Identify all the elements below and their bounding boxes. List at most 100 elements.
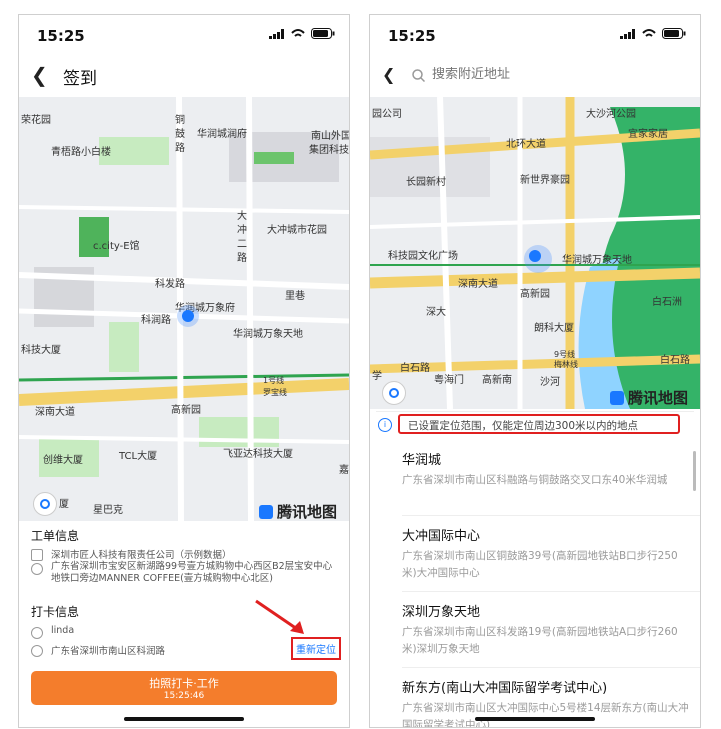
map-label: 深南大道 bbox=[35, 407, 75, 418]
map-label: 路 bbox=[237, 253, 247, 264]
battery-icon bbox=[311, 28, 335, 39]
map-label: 1号线 bbox=[263, 376, 285, 385]
result-address: 广东省深圳市南山区科发路19号(高新园地铁站A口步行260米)深圳万象天地 bbox=[402, 626, 678, 655]
map-label: 大沙河公园 bbox=[586, 109, 636, 120]
result-name: 大冲国际中心 bbox=[402, 529, 481, 544]
company-name: 深圳市匠人科技有限责任公司（示例数据） bbox=[51, 550, 232, 561]
address-result[interactable]: 大冲国际中心 广东省深圳市南山区铜鼓路39号(高新园地铁站B口步行250米)大冲… bbox=[402, 525, 692, 582]
divider bbox=[402, 667, 700, 668]
map-label: 集团科技 bbox=[309, 145, 349, 156]
map-label: 华润城万象天地 bbox=[233, 329, 303, 340]
divider bbox=[402, 515, 700, 516]
result-address: 广东省深圳市南山区科融路与铜鼓路交叉口东40米华润城 bbox=[402, 474, 668, 486]
map-label: 深大 bbox=[426, 307, 446, 318]
map-label: 厦 bbox=[59, 499, 69, 510]
status-time: 15:25 bbox=[388, 27, 436, 45]
range-notice: i 已设置定位范围，仅能定位周边300米以内的地点 bbox=[376, 411, 694, 438]
map-label: 沙河 bbox=[540, 377, 560, 388]
map-label: 鼓 bbox=[175, 129, 185, 140]
wifi-icon bbox=[642, 28, 656, 37]
relocate-button[interactable]: 重新定位 bbox=[291, 637, 341, 660]
location-icon bbox=[31, 645, 43, 657]
back-button[interactable]: ❮ bbox=[31, 63, 48, 87]
wifi-icon bbox=[291, 28, 305, 37]
map-label: 大 bbox=[237, 211, 247, 222]
result-address: 广东省深圳市南山区铜鼓路39号(高新园地铁站B口步行250米)大冲国际中心 bbox=[402, 550, 678, 579]
signal-icon bbox=[620, 28, 635, 39]
tencent-map-logo-icon bbox=[610, 391, 624, 405]
map-label: 铜 bbox=[175, 115, 185, 126]
map-label: 冲 bbox=[237, 225, 247, 236]
address-search-screen: 15:25 ❮ 园公司 大沙河公园 宜家家居 北环大道 bbox=[369, 14, 701, 728]
page-title: 签到 bbox=[63, 69, 97, 89]
back-button[interactable]: ❮ bbox=[382, 65, 395, 84]
map-label: 飞亚达科技大厦 bbox=[223, 449, 293, 460]
map-label: 科技园文化广场 bbox=[388, 251, 458, 262]
map-label: TCL大厦 bbox=[119, 451, 158, 462]
current-location-pin bbox=[177, 305, 199, 327]
map-label: 白石路 bbox=[660, 355, 690, 366]
map-label: 高新南 bbox=[482, 375, 512, 386]
address-result[interactable]: 深圳万象天地 广东省深圳市南山区科发路19号(高新园地铁站A口步行260米)深圳… bbox=[402, 601, 692, 658]
nav-bar: ❮ 签到 bbox=[19, 55, 349, 95]
user-icon bbox=[31, 627, 43, 639]
map-label: 华润城万象天地 bbox=[562, 255, 632, 266]
annotation-arrow bbox=[255, 599, 304, 634]
result-address: 广东省深圳市南山区大冲国际中心5号楼14层新东方(南山大冲国际留学考试中心) bbox=[402, 702, 689, 728]
tencent-map-logo-icon bbox=[259, 505, 273, 519]
punch-info-heading: 打卡信息 bbox=[31, 605, 80, 619]
results-scrollbar[interactable] bbox=[693, 451, 696, 491]
map-view[interactable]: 园公司 大沙河公园 宜家家居 北环大道 长园新村 新世界豪园 科技园文化广场 华… bbox=[370, 97, 700, 409]
map-label: 梅林线 bbox=[554, 360, 578, 369]
location-icon bbox=[31, 563, 43, 575]
battery-icon bbox=[662, 28, 686, 39]
map-label: 罗宝线 bbox=[263, 388, 287, 397]
map-label: 长园新村 bbox=[406, 177, 446, 188]
result-name: 新东方(南山大冲国际留学考试中心) bbox=[402, 681, 608, 696]
home-indicator bbox=[475, 717, 595, 721]
map-label: 新世界豪园 bbox=[520, 175, 570, 186]
home-indicator bbox=[124, 717, 244, 721]
result-name: 华润城 bbox=[402, 453, 442, 468]
map-label: 青梧路小白楼 bbox=[51, 147, 111, 158]
map-label: 科润路 bbox=[141, 315, 171, 326]
map-label: 嘉 bbox=[339, 465, 349, 476]
result-name: 深圳万象天地 bbox=[402, 605, 481, 620]
map-label: 大冲城市花园 bbox=[267, 225, 327, 236]
map-label: 粤海门 bbox=[434, 375, 464, 386]
checkin-screen: 15:25 ❮ 签到 荣花园 青梧路小白楼 铜 鼓 路 华润城润府 南山外国 集… bbox=[18, 14, 350, 728]
map-label: 二 bbox=[237, 239, 247, 250]
punch-user: linda bbox=[51, 625, 75, 636]
address-search-input[interactable] bbox=[432, 67, 632, 82]
map-label: 高新园 bbox=[520, 289, 550, 300]
map-label: 白石洲 bbox=[652, 297, 682, 308]
map-view[interactable]: 荣花园 青梧路小白楼 铜 鼓 路 华润城润府 南山外国 集团科技 大 冲 二 路… bbox=[19, 97, 349, 521]
map-watermark: 腾讯地图 bbox=[259, 501, 337, 521]
locate-me-button[interactable] bbox=[382, 381, 406, 405]
address-result[interactable]: 华润城 广东省深圳市南山区科融路与铜鼓路交叉口东40米华润城 bbox=[402, 449, 692, 489]
building-icon bbox=[31, 549, 43, 561]
map-label: 荣花园 bbox=[21, 115, 51, 126]
map-label: 创维大厦 bbox=[43, 455, 83, 466]
map-label: 园公司 bbox=[372, 109, 402, 120]
locate-me-button[interactable] bbox=[33, 492, 57, 516]
map-label: 学 bbox=[372, 371, 382, 382]
map-label: 路 bbox=[175, 143, 185, 154]
range-notice-text: 已设置定位范围，仅能定位周边300米以内的地点 bbox=[398, 414, 680, 434]
signal-icon bbox=[269, 28, 284, 39]
nav-bar: ❮ bbox=[370, 55, 700, 95]
current-location-pin bbox=[524, 245, 552, 273]
info-icon: i bbox=[378, 418, 392, 432]
map-label: 科发路 bbox=[155, 279, 185, 290]
divider bbox=[402, 591, 700, 592]
map-label: 深南大道 bbox=[458, 279, 498, 290]
map-label: 高新园 bbox=[171, 405, 201, 416]
map-label: 里巷 bbox=[285, 291, 305, 302]
map-label: 星巴克 bbox=[93, 505, 123, 516]
map-label: 朗科大厦 bbox=[534, 323, 574, 334]
map-label: 宜家家居 bbox=[628, 129, 668, 140]
punch-location: 广东省深圳市南山区科润路 bbox=[51, 646, 166, 657]
photo-checkin-button[interactable]: 拍照打卡·工作 15:25:46 bbox=[31, 671, 337, 705]
map-label: 华润城润府 bbox=[197, 129, 247, 140]
work-address: 广东省深圳市宝安区新湖路99号壹方城购物中心西区B2层宝安中心地铁口旁边MANN… bbox=[51, 561, 333, 584]
